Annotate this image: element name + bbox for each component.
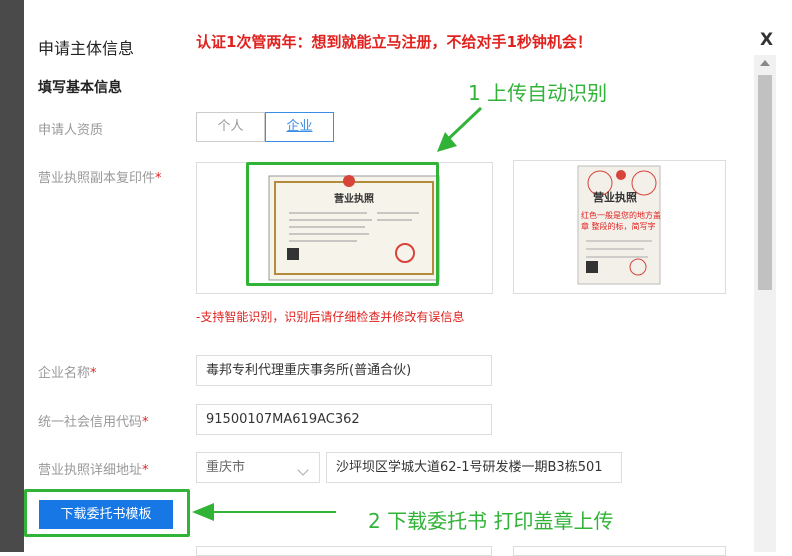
company-name-field[interactable]: 毒邦专利代理重庆事务所(普通合伙) bbox=[196, 355, 492, 386]
sample-license-note: 红色一般是您的地方盖章 整段的标，简写字 bbox=[581, 211, 661, 231]
highlight-uploaded-license bbox=[246, 162, 439, 286]
applicant-type-label: 申请人资质 bbox=[38, 123, 104, 138]
promo-banner-text: 认证1次管两年：想到就能立马注册，不给对手1秒钟机会！ bbox=[196, 33, 592, 51]
annotation-step2: 2 下载委托书 打印盖章上传 bbox=[368, 509, 614, 533]
close-button[interactable]: X bbox=[760, 30, 773, 50]
scrollbar-thumb[interactable] bbox=[758, 75, 772, 290]
dialog-title: 申请主体信息 bbox=[38, 39, 135, 58]
background-overlay bbox=[0, 0, 24, 552]
address-detail-field[interactable]: 沙坪坝区学城大道62-1号研发楼一期B3栋501 bbox=[326, 452, 622, 483]
applicant-type-enterprise-option[interactable]: 企业 bbox=[265, 112, 334, 142]
recognition-hint: -支持智能识别，识别后请仔细检查并修改有误信息 bbox=[196, 310, 465, 324]
required-mark: * bbox=[142, 463, 149, 478]
address-label: 营业执照详细地址* bbox=[38, 459, 149, 478]
highlight-download-button bbox=[24, 489, 190, 537]
company-name-label: 企业名称* bbox=[38, 362, 97, 381]
company-name-label-text: 企业名称 bbox=[38, 366, 91, 381]
annotation-arrow-down-left-icon bbox=[437, 106, 483, 152]
applicant-type-individual-option[interactable]: 个人 bbox=[196, 112, 265, 142]
license-copy-label-text: 营业执照副本复印件 bbox=[38, 171, 156, 186]
apply-subject-dialog: 申请主体信息 认证1次管两年：想到就能立马注册，不给对手1秒钟机会！ X 填写基… bbox=[24, 0, 792, 556]
section-title: 填写基本信息 bbox=[38, 80, 122, 96]
credit-code-label: 统一社会信用代码* bbox=[38, 411, 149, 430]
required-mark: * bbox=[90, 366, 97, 381]
next-sample-image bbox=[513, 546, 726, 556]
credit-code-field[interactable]: 91500107MA619AC362 bbox=[196, 404, 492, 435]
next-upload-area[interactable] bbox=[196, 546, 492, 556]
sample-license-title: 营业执照 bbox=[593, 191, 637, 204]
credit-code-label-text: 统一社会信用代码 bbox=[38, 415, 143, 430]
required-mark: * bbox=[155, 171, 162, 186]
scroll-up-arrow-icon[interactable] bbox=[760, 60, 770, 66]
required-mark: * bbox=[142, 415, 149, 430]
annotation-arrow-left-icon bbox=[192, 503, 336, 521]
license-copy-label: 营业执照副本复印件* bbox=[38, 167, 162, 186]
address-label-text: 营业执照详细地址 bbox=[38, 463, 143, 478]
